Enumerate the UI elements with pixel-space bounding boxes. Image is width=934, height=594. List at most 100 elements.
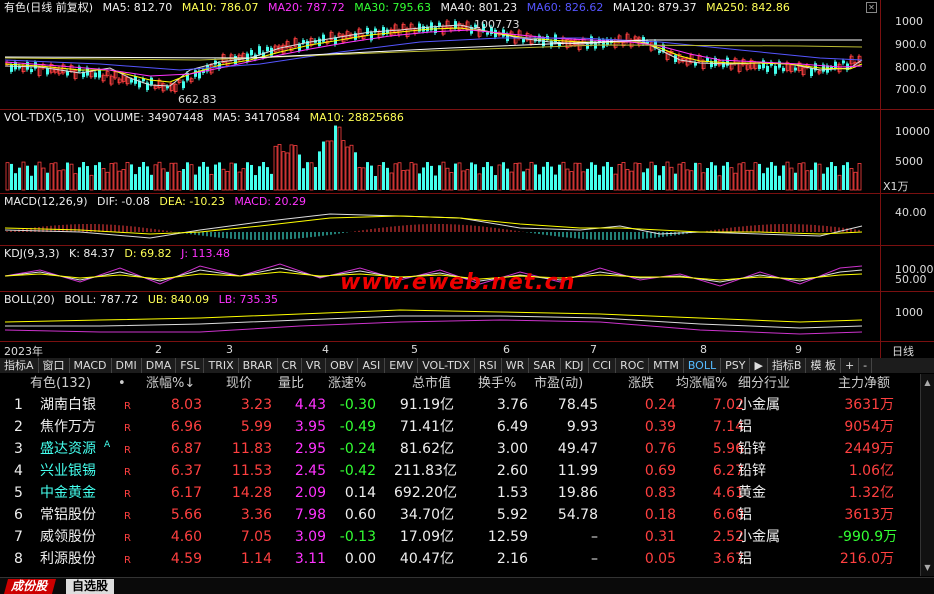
tab-item[interactable]: - [859,358,873,373]
kline-panel[interactable]: 有色(日线 前复权) MA5: 812.70 MA10: 786.07 MA20… [0,0,934,110]
tab-item[interactable]: VOL-TDX [418,358,475,373]
volume-bar [18,167,21,190]
col-price[interactable]: 现价 [226,374,252,394]
tab-item[interactable]: CCI [589,358,617,373]
tab-item[interactable]: ▶ [750,358,768,373]
volume-bar [198,166,201,190]
volume-bar [82,162,85,190]
candle [322,34,325,42]
volume-bar [434,175,437,190]
volume-bar [298,154,301,190]
candle [130,79,133,83]
cell-flow: -990.9万 [838,529,898,545]
cell-diff: 0.76 [644,441,676,457]
tab-item[interactable]: 模 板 [806,358,841,373]
volume-bar [590,162,593,190]
tab-item[interactable]: DMA [142,358,177,373]
tab-item[interactable]: DMI [112,358,142,373]
volume-bar [625,169,630,191]
cell-flow: 2449万 [844,441,894,457]
macd-panel[interactable]: MACD(12,26,9) DIF: -0.08 DEA: -10.23 MAC… [0,194,934,246]
volume-bar [454,163,457,190]
cell-flow: 1.06亿 [848,463,894,479]
cell-spd: 0.60 [344,507,376,523]
volume-bar [341,140,346,191]
scroll-down-icon[interactable]: ▼ [921,563,934,572]
volume-bar [246,162,249,190]
ma10-label: MA10: 786.07 [181,1,259,14]
volume-bar [689,170,694,191]
volume-bar [61,169,66,191]
tab-item[interactable]: MTM [649,358,684,373]
volume-bar [658,175,661,190]
tab-item[interactable]: 指标B [768,358,807,373]
period-label[interactable]: 日线 [892,343,914,359]
table-row[interactable]: 5 中金黄金 R 6.17 14.28 2.09 0.14 692.20亿 1.53 19.86 0… [0,482,920,504]
table-row[interactable]: 4 兴业银锡 R 6.37 11.53 2.45 -0.42 211.83亿 2.60 11.99… [0,460,920,482]
tab-item[interactable]: EMV [385,358,419,373]
boll-panel[interactable]: BOLL(20) BOLL: 787.72 UB: 840.09 LB: 735… [0,292,934,342]
col-speed[interactable]: 涨速% [328,374,366,394]
col-avg-change[interactable]: 均涨幅% [676,374,727,394]
tab-item[interactable]: BRAR [239,358,278,373]
table-row[interactable]: 6 常铝股份 R 5.66 3.36 7.98 0.60 34.70亿 5.92 54.78 0.1… [0,504,920,526]
volume-bar [78,167,81,190]
table-row[interactable]: 2 焦作万方 R 6.96 5.99 3.95 -0.49 71.41亿 6.49 9.93 0.3… [0,416,920,438]
vertical-scrollbar[interactable]: ▲ ▼ [920,374,934,576]
col-industry[interactable]: 细分行业 [738,374,790,394]
volume-bar [817,163,822,191]
volume-bar [633,162,638,191]
cell-r: R [124,445,131,456]
x-month: 8 [700,343,707,356]
col-turnover[interactable]: 换手% [478,374,516,394]
tab-item[interactable]: ROC [616,358,650,373]
cell-r: R [124,489,131,500]
volume-panel[interactable]: VOL-TDX(5,10) VOLUME: 34907448 MA5: 3417… [0,110,934,194]
tab-item[interactable]: TRIX [204,358,239,373]
tab-item[interactable]: KDJ [561,358,589,373]
volume-bar [413,163,418,191]
tab-item[interactable]: 窗口 [39,358,70,373]
tab-item[interactable]: WR [502,358,530,373]
volume-bar [285,152,290,191]
cell-vr: 2.95 [294,441,326,457]
cell-vr: 4.43 [294,397,326,413]
tab-item[interactable]: RSI [475,358,502,373]
col-volume-ratio[interactable]: 量比 [278,374,304,394]
tab-item[interactable]: BOLL [684,358,722,373]
table-row[interactable]: 8 利源股份 R 4.59 1.14 3.11 0.00 40.47亿 2.16 – 0.05 3.6… [0,548,920,570]
tab-item[interactable]: VR [302,358,327,373]
tab-item[interactable]: 指标A [0,358,39,373]
volume-bar [662,166,665,190]
volume-bar [722,165,725,190]
col-name[interactable]: 有色(132) [30,374,91,394]
col-market-cap[interactable]: 总市值 [412,374,451,394]
col-diff[interactable]: 涨跌 [628,374,654,394]
tab-item[interactable]: SAR [529,358,561,373]
kdj-header: KDJ(9,3,3) K: 84.37 D: 69.82 J: 113.48 [4,246,236,262]
volume-bar [361,167,366,191]
volume-bar [710,162,713,190]
col-pe[interactable]: 市盈(动) [534,374,583,394]
tab-item[interactable]: FSL [176,358,205,373]
volume-bar [733,172,738,191]
tab-item[interactable]: OBV [326,358,359,373]
cell-r: R [124,511,131,522]
table-row[interactable]: 3 盛达资源 A R 6.87 11.83 2.95 -0.24 81.62亿 3.00 49.47… [0,438,920,460]
volume-bar [613,173,618,191]
tab-item[interactable]: ASI [358,358,386,373]
table-row[interactable]: 7 威领股份 R 4.60 7.05 3.09 -0.13 17.09亿 12.59 – 0.31 2… [0,526,920,548]
tab-item[interactable]: + [841,358,860,373]
x-month: 5 [411,343,418,356]
tab-item[interactable]: MACD [70,358,112,373]
col-main-flow[interactable]: 主力净额 [838,374,890,394]
volume-bar [573,162,578,191]
tab-item[interactable]: PSY [721,358,751,373]
tab-constituents[interactable]: 成份股 [3,579,57,594]
tab-watchlist[interactable]: 自选股 [66,579,115,594]
table-row[interactable]: 1 湖南白银 R 8.03 3.23 4.43 -0.30 91.19亿 3.76 78.45 0.… [0,394,920,416]
tab-item[interactable]: CR [278,358,302,373]
high-annotation: 1007.73 [474,18,520,31]
col-change[interactable]: 涨幅%↓ [146,374,195,394]
scroll-up-icon[interactable]: ▲ [921,378,934,387]
